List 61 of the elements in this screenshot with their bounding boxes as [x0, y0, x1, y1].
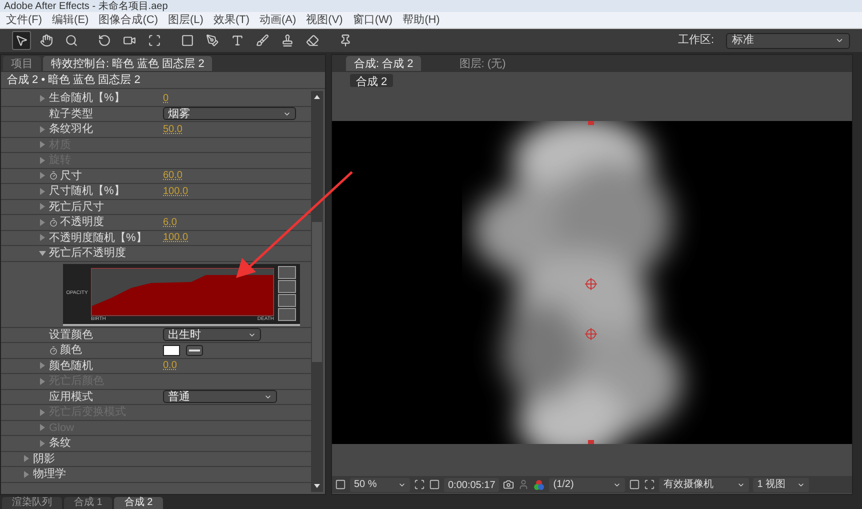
curve-presets-drawing[interactable]: [278, 266, 296, 322]
menu-item[interactable]: 效果(T): [213, 12, 250, 28]
menu-item[interactable]: 文件(F): [6, 12, 42, 28]
panel-tab[interactable]: 项目: [3, 56, 41, 71]
person-icon[interactable]: [518, 479, 530, 490]
timecode-field[interactable]: 0:00:05:17: [444, 478, 500, 492]
property-label: 尺寸: [60, 168, 82, 184]
menu-item[interactable]: 视图(V): [306, 12, 343, 28]
eyedropper-icon[interactable]: [186, 344, 203, 356]
property-label: 死亡后尺寸: [49, 200, 104, 214]
region-icon[interactable]: [629, 479, 640, 490]
dropdown[interactable]: 烟雾: [163, 107, 296, 120]
scrollbar[interactable]: [311, 91, 323, 492]
menu-item[interactable]: 窗口(W): [352, 12, 393, 28]
caret-icon[interactable]: [835, 36, 844, 45]
menu-item[interactable]: 图层(L): [168, 12, 204, 28]
color-swatch[interactable]: [163, 344, 180, 356]
menu-item[interactable]: 动画(A): [260, 12, 296, 28]
panel-tab[interactable]: 合成: 合成 2: [346, 56, 422, 71]
stopwatch-icon[interactable]: [49, 218, 58, 227]
section-label: 物理学: [33, 467, 66, 482]
property-label: 颜色: [60, 342, 82, 358]
panel-tab[interactable]: 合成 1: [64, 497, 112, 509]
property-label: 生命随机【%】: [49, 90, 125, 106]
window-title: Adobe After Effects - 未命名项目.aep: [4, 0, 168, 12]
property-label: 条纹羽化: [49, 122, 93, 137]
workspace-label: 工作区:: [678, 33, 714, 48]
expanded-triangle-icon[interactable]: [39, 250, 49, 257]
section-label: 阴影: [33, 452, 55, 466]
panel-tab[interactable]: 特效控制台: 暗色 蓝色 固态层 2: [43, 56, 212, 71]
panel-header: 合成 2 • 暗色 蓝色 固态层 2: [7, 72, 140, 88]
safe-area-icon[interactable]: [414, 479, 425, 490]
property-label: 不透明度: [60, 214, 104, 230]
pointer-icon[interactable]: [12, 31, 31, 50]
camera-dropdown[interactable]: 有效摄像机: [659, 478, 750, 492]
resolution-dropdown[interactable]: (1/2): [549, 478, 626, 492]
property-label: 应用模式: [49, 390, 93, 404]
panel-tab[interactable]: 合成 2: [114, 497, 163, 509]
dropdown[interactable]: 普通: [163, 390, 277, 404]
property-label: 颜色随机: [49, 358, 93, 374]
panel-tab[interactable]: 渲染队列: [2, 497, 62, 509]
menu-item[interactable]: 图像合成(C): [98, 12, 158, 28]
composition-button[interactable]: 合成 2: [350, 74, 394, 87]
panel-tab[interactable]: 图层: (无): [451, 56, 514, 71]
dropdown[interactable]: 出生时: [163, 328, 261, 342]
menu-item[interactable]: 编辑(E): [52, 12, 89, 28]
property-label: 粒子类型: [49, 106, 93, 122]
property-label: 尺寸随机【%】: [49, 184, 125, 199]
color-channels-icon[interactable]: [533, 478, 546, 490]
property-label: 设置颜色: [49, 328, 93, 342]
snapshot-icon[interactable]: [503, 479, 514, 490]
stopwatch-icon[interactable]: [49, 346, 58, 355]
views-dropdown[interactable]: 1 视图: [753, 478, 810, 492]
stopwatch-icon[interactable]: [49, 171, 58, 180]
region-icon[interactable]: [335, 479, 346, 490]
property-label: 不透明度随机【%】: [49, 230, 147, 246]
property-label: 条纹: [49, 436, 71, 451]
menu-item[interactable]: 帮助(H): [402, 12, 440, 28]
zoom-dropdown[interactable]: 50 %: [350, 478, 410, 492]
property-label: 死亡后不透明度: [49, 246, 126, 261]
workspace-dropdown[interactable]: 标准: [726, 32, 850, 48]
